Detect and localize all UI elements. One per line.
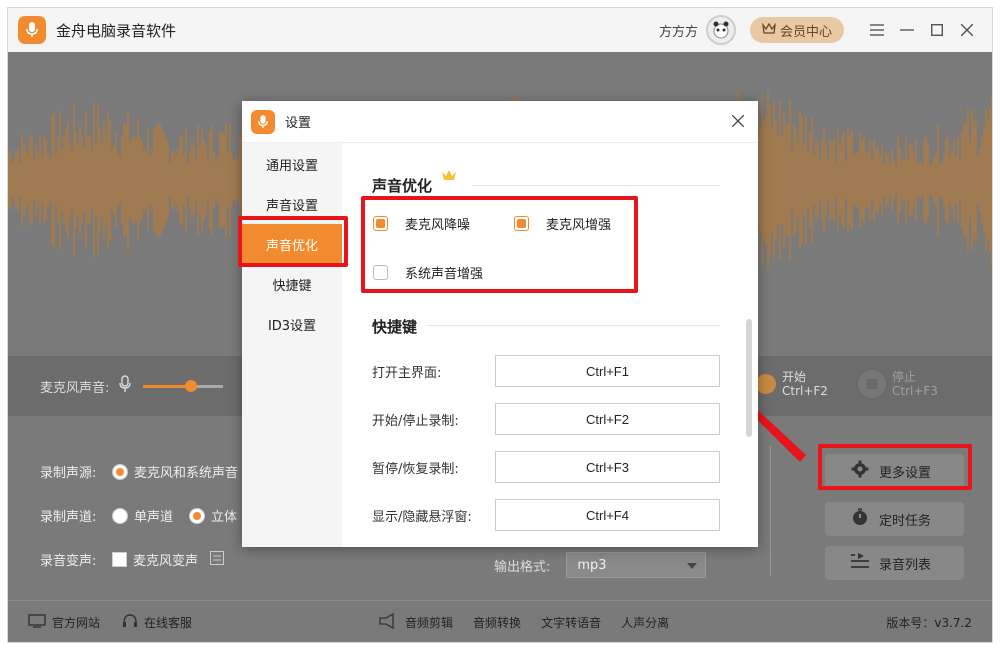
hotkey-row: 开始/停止录制: Ctrl+F2 [372, 403, 720, 435]
nav-id3[interactable]: ID3设置 [242, 304, 342, 344]
hotkeys-title: 快捷键 [372, 318, 418, 336]
hotkey-input[interactable]: Ctrl+F3 [495, 451, 720, 483]
hotkey-input[interactable]: Ctrl+F2 [495, 403, 720, 435]
app-logo-icon [251, 109, 275, 134]
nav-general[interactable]: 通用设置 [242, 144, 342, 184]
scrollbar[interactable] [746, 319, 752, 437]
dialog-title: 设置 [285, 116, 312, 131]
highlight-sound-optimization-options [361, 196, 638, 293]
hotkey-row: 打开主界面: Ctrl+F1 [372, 355, 720, 387]
hotkey-row: 暂停/恢复录制: Ctrl+F3 [372, 451, 720, 483]
nav-hotkeys[interactable]: 快捷键 [242, 264, 342, 304]
section-divider [426, 325, 720, 326]
hotkey-input[interactable]: Ctrl+F1 [495, 355, 720, 387]
close-icon[interactable] [728, 111, 748, 131]
highlight-sound-optimization-nav [238, 216, 348, 267]
crown-icon [441, 168, 457, 186]
hotkey-label: 打开主界面: [372, 365, 442, 381]
hotkey-label: 暂停/恢复录制: [372, 461, 459, 477]
sound-opt-title: 声音优化 [372, 177, 433, 195]
settings-nav: 通用设置 声音设置 声音优化 快捷键 ID3设置 [242, 143, 342, 547]
hotkey-input[interactable]: Ctrl+F4 [495, 499, 720, 531]
hotkey-label: 显示/隐藏悬浮窗: [372, 509, 472, 525]
settings-dialog: 设置 通用设置 声音设置 声音优化 快捷键 ID3设置 声音优化 麦克风降噪 麦… [242, 101, 758, 547]
section-divider [472, 185, 720, 186]
dialog-header: 设置 [242, 101, 758, 143]
hotkey-label: 开始/停止录制: [372, 413, 459, 429]
hotkey-row: 显示/隐藏悬浮窗: Ctrl+F4 [372, 499, 720, 531]
